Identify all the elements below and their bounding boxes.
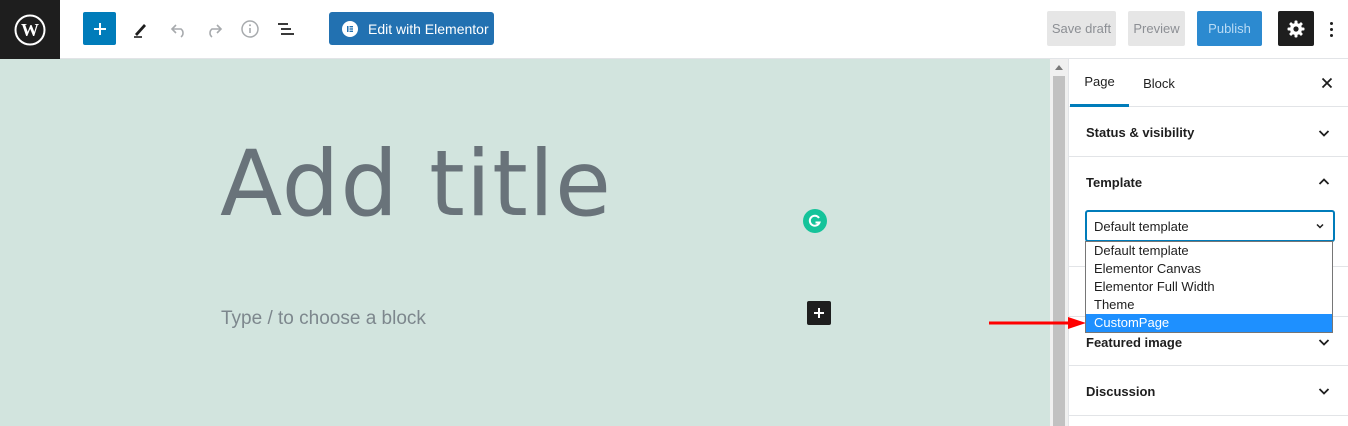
redo-icon	[208, 23, 222, 38]
plus-icon	[814, 308, 824, 318]
chevron-down-icon	[1316, 223, 1324, 229]
publish-button[interactable]: Publish	[1197, 11, 1262, 46]
settings-button[interactable]	[1278, 11, 1314, 46]
undo-icon	[170, 23, 184, 38]
close-icon[interactable]	[1319, 75, 1335, 91]
editor-toolbar: W Edit with Elementor Save draft Preview…	[0, 0, 1348, 59]
panel-discussion-label: Discussion	[1086, 384, 1156, 399]
scroll-thumb[interactable]	[1053, 76, 1065, 426]
post-title-input[interactable]: Add title	[220, 139, 612, 230]
scroll-up-icon[interactable]	[1055, 65, 1063, 70]
template-select[interactable]: Default template	[1086, 211, 1334, 241]
preview-button[interactable]: Preview	[1128, 11, 1185, 46]
list-view-button[interactable]	[269, 12, 302, 45]
chevron-down-icon	[1318, 339, 1330, 346]
grammarly-button[interactable]	[803, 209, 827, 233]
details-button[interactable]	[233, 12, 266, 45]
editor-canvas: Add title Type / to choose a block	[0, 59, 1050, 426]
template-dropdown-list: Default template Elementor Canvas Elemen…	[1085, 241, 1333, 333]
wordpress-icon: W	[14, 14, 46, 45]
template-option-default[interactable]: Default template	[1086, 242, 1332, 260]
panel-template-label[interactable]: Template	[1086, 175, 1142, 190]
panel-status-visibility-label: Status & visibility	[1086, 125, 1195, 140]
pencil-icon	[133, 23, 146, 38]
template-option-elementor-canvas[interactable]: Elementor Canvas	[1086, 260, 1332, 278]
inline-add-block-button[interactable]	[807, 301, 831, 325]
svg-text:W: W	[21, 20, 39, 40]
panel-discussion[interactable]: Discussion	[1069, 366, 1348, 416]
panel-featured-image-label: Featured image	[1086, 335, 1183, 350]
elementor-icon	[342, 20, 358, 37]
template-select-value: Default template	[1094, 218, 1189, 234]
info-icon	[240, 19, 259, 38]
annotation-arrow-icon	[989, 317, 1086, 329]
template-option-elementor-full-width[interactable]: Elementor Full Width	[1086, 278, 1332, 296]
grammarly-icon	[808, 214, 821, 227]
gear-icon	[1287, 20, 1305, 37]
edit-with-elementor-label: Edit with Elementor	[368, 20, 489, 37]
more-dot-icon	[1329, 33, 1333, 37]
chevron-down-icon	[1318, 130, 1330, 137]
chevron-down-icon	[1318, 388, 1330, 395]
sidebar-tabs: Page Block	[1069, 59, 1348, 107]
undo-button[interactable]	[162, 12, 195, 45]
plus-icon	[93, 22, 106, 35]
save-draft-button[interactable]: Save draft	[1047, 11, 1116, 46]
block-placeholder[interactable]: Type / to choose a block	[221, 308, 426, 330]
tab-page[interactable]: Page	[1070, 59, 1129, 107]
add-block-button[interactable]	[83, 12, 116, 45]
redo-button[interactable]	[197, 12, 230, 45]
more-dot-icon	[1329, 27, 1333, 31]
chevron-up-icon[interactable]	[1317, 175, 1331, 189]
panel-status-visibility[interactable]: Status & visibility	[1069, 107, 1348, 157]
template-option-theme[interactable]: Theme	[1086, 296, 1332, 314]
list-view-icon	[277, 22, 294, 35]
tab-block[interactable]: Block	[1129, 59, 1189, 107]
edit-with-elementor-button[interactable]: Edit with Elementor	[329, 12, 494, 45]
wordpress-logo-button[interactable]: W	[0, 0, 60, 59]
tools-button[interactable]	[124, 12, 157, 45]
more-options-button[interactable]	[1322, 14, 1340, 44]
editor-scrollbar[interactable]	[1050, 59, 1068, 426]
template-option-custompage[interactable]: CustomPage	[1086, 314, 1332, 332]
more-dot-icon	[1329, 21, 1333, 25]
